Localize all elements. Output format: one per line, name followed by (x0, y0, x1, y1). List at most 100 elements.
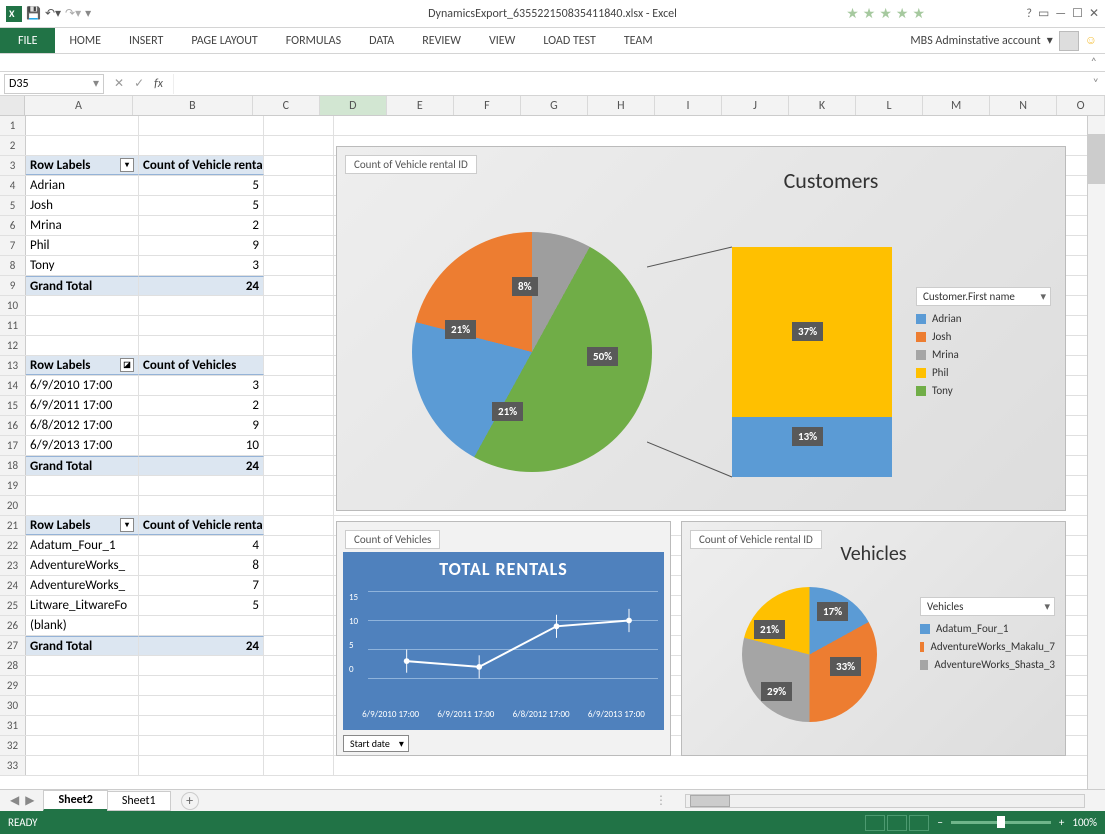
row-header[interactable]: 6 (0, 216, 26, 235)
row-header[interactable]: 21 (0, 516, 26, 535)
tab-insert[interactable]: INSERT (115, 28, 177, 53)
vertical-scrollbar[interactable] (1087, 116, 1105, 791)
chart-total-rentals[interactable]: Count of Vehicles TOTAL RENTALS 15 10 5 … (336, 521, 671, 756)
col-header[interactable]: B (133, 96, 253, 115)
grid-row[interactable]: 1 (0, 116, 1105, 136)
col-header[interactable]: D (320, 96, 387, 115)
row-header[interactable]: 25 (0, 596, 26, 615)
tab-team[interactable]: TEAM (610, 28, 667, 53)
ribbon-expand-icon[interactable]: ˄ (1083, 54, 1105, 72)
row-header[interactable]: 22 (0, 536, 26, 555)
tab-review[interactable]: REVIEW (408, 28, 475, 53)
chart-customers[interactable]: Count of Vehicle rental ID Customers 8% … (336, 146, 1066, 511)
split-handle-icon[interactable]: ⋮ (655, 793, 667, 808)
row-header[interactable]: 24 (0, 576, 26, 595)
row-header[interactable]: 29 (0, 676, 26, 695)
name-box[interactable]: D35 ▾ (4, 74, 104, 94)
zoom-level[interactable]: 100% (1072, 816, 1097, 829)
spreadsheet-grid[interactable]: A B C D E F G H I J K L M N O 123Row Lab… (0, 96, 1105, 789)
grid-row[interactable]: 33 (0, 756, 1105, 776)
minimize-icon[interactable]: — (1055, 7, 1066, 21)
row-header[interactable]: 2 (0, 136, 26, 155)
select-all-corner[interactable] (0, 96, 25, 115)
row-header[interactable]: 12 (0, 336, 26, 355)
save-icon[interactable]: 💾 (26, 6, 41, 21)
chart-filter[interactable]: Start date (343, 735, 409, 752)
formula-expand-icon[interactable]: ˅ (1087, 77, 1105, 91)
col-header[interactable]: K (789, 96, 856, 115)
qat-more-icon[interactable]: ▾ (85, 6, 91, 21)
row-header[interactable]: 31 (0, 716, 26, 735)
row-header[interactable]: 16 (0, 416, 26, 435)
sheet-tab-active[interactable]: Sheet2 (43, 790, 107, 811)
zoom-slider[interactable] (951, 821, 1051, 824)
view-pagelayout-icon[interactable] (887, 815, 907, 831)
col-header[interactable]: J (722, 96, 789, 115)
undo-icon[interactable]: ↶▾ (45, 6, 61, 21)
row-header[interactable]: 5 (0, 196, 26, 215)
row-header[interactable]: 9 (0, 276, 26, 295)
fx-icon[interactable]: fx (154, 77, 163, 91)
chart-badge[interactable]: Count of Vehicle rental ID (345, 155, 477, 174)
row-header[interactable]: 3 (0, 156, 26, 175)
row-header[interactable]: 26 (0, 616, 26, 635)
col-header[interactable]: A (25, 96, 133, 115)
scrollbar-thumb[interactable] (1088, 134, 1105, 184)
col-header[interactable]: C (253, 96, 320, 115)
cancel-icon[interactable]: ✕ (114, 76, 124, 91)
tab-load-test[interactable]: LOAD TEST (529, 28, 610, 53)
row-header[interactable]: 10 (0, 296, 26, 315)
row-header[interactable]: 18 (0, 456, 26, 475)
add-sheet-button[interactable]: + (181, 792, 199, 810)
redo-icon[interactable]: ↷▾ (65, 6, 81, 21)
row-header[interactable]: 17 (0, 436, 26, 455)
col-header[interactable]: I (655, 96, 722, 115)
row-header[interactable]: 32 (0, 736, 26, 755)
row-header[interactable]: 28 (0, 656, 26, 675)
account-menu[interactable]: MBS Adminstative account ▾ ☺ (910, 31, 1097, 51)
row-header[interactable]: 19 (0, 476, 26, 495)
chart-badge[interactable]: Count of Vehicles (345, 530, 440, 549)
filter-icon[interactable]: ▾ (120, 158, 134, 172)
zoom-slider-thumb[interactable] (997, 816, 1005, 828)
help-icon[interactable]: ? (1026, 7, 1032, 21)
close-icon[interactable]: ✕ (1089, 6, 1099, 21)
horizontal-scrollbar[interactable] (685, 794, 1085, 808)
view-normal-icon[interactable] (865, 815, 885, 831)
filter-icon[interactable]: ◪ (120, 358, 134, 372)
row-header[interactable]: 11 (0, 316, 26, 335)
row-header[interactable]: 30 (0, 696, 26, 715)
tab-home[interactable]: HOME (55, 28, 115, 53)
view-buttons[interactable] (865, 815, 929, 831)
row-header[interactable]: 14 (0, 376, 26, 395)
tab-page-layout[interactable]: PAGE LAYOUT (177, 28, 271, 53)
tab-data[interactable]: DATA (355, 28, 408, 53)
row-header[interactable]: 15 (0, 396, 26, 415)
tab-formulas[interactable]: FORMULAS (272, 28, 355, 53)
ribbon-options-icon[interactable]: ▭ (1038, 6, 1049, 21)
legend-title[interactable]: Vehicles (920, 597, 1055, 616)
view-pagebreak-icon[interactable] (909, 815, 929, 831)
scrollbar-thumb[interactable] (690, 795, 730, 807)
row-header[interactable]: 13 (0, 356, 26, 375)
col-header[interactable]: F (454, 96, 521, 115)
chart-vehicles[interactable]: Count of Vehicle rental ID Vehicles 17% … (681, 521, 1066, 756)
row-header[interactable]: 33 (0, 756, 26, 775)
enter-icon[interactable]: ✓ (134, 76, 144, 91)
legend-title[interactable]: Customer.First name (916, 287, 1051, 306)
sheet-prev-icon[interactable]: ◀ (10, 793, 19, 808)
zoom-in-icon[interactable]: + (1059, 816, 1064, 829)
smiley-icon[interactable]: ☺ (1085, 33, 1097, 48)
row-header[interactable]: 4 (0, 176, 26, 195)
sheet-next-icon[interactable]: ▶ (25, 793, 34, 808)
col-header[interactable]: E (387, 96, 454, 115)
col-header[interactable]: H (588, 96, 655, 115)
col-header[interactable]: N (990, 96, 1057, 115)
row-header[interactable]: 7 (0, 236, 26, 255)
row-header[interactable]: 27 (0, 636, 26, 655)
row-header[interactable]: 1 (0, 116, 26, 135)
row-header[interactable]: 20 (0, 496, 26, 515)
zoom-out-icon[interactable]: − (937, 816, 942, 829)
tab-view[interactable]: VIEW (475, 28, 529, 53)
row-header[interactable]: 23 (0, 556, 26, 575)
